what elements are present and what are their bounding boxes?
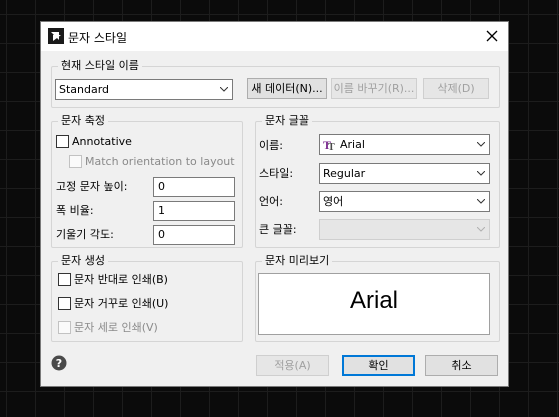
ok-button[interactable]: 확인: [342, 355, 415, 376]
bigfont-select[interactable]: [319, 219, 490, 240]
upside-down-label: 문자 거꾸로 인쇄(U): [74, 297, 169, 310]
width-factor-label: 폭 비율:: [56, 204, 94, 217]
width-factor-input[interactable]: 1: [153, 201, 235, 221]
vertical-checkbox[interactable]: [58, 321, 71, 334]
chevron-down-icon: [220, 87, 228, 92]
chevron-down-icon: [477, 142, 485, 147]
vertical-label: 문자 세로 인쇄(V): [74, 321, 158, 334]
font-style-value: Regular: [323, 167, 366, 180]
apply-button[interactable]: 적용(A): [256, 355, 329, 376]
title-bar: 문자 스타일: [41, 22, 508, 51]
match-orientation-label: Match orientation to layout: [85, 155, 235, 168]
font-style-label: 스타일:: [259, 167, 294, 180]
chevron-down-icon: [477, 171, 485, 176]
svg-text:T: T: [328, 142, 335, 151]
font-group-label: 문자 글꼴: [262, 114, 312, 128]
oblique-angle-input[interactable]: 0: [153, 225, 235, 245]
generation-group-label: 문자 생성: [58, 254, 108, 268]
close-icon[interactable]: [483, 27, 501, 45]
font-name-select[interactable]: T T Arial: [319, 134, 490, 155]
help-icon[interactable]: ?: [51, 355, 67, 371]
style-name-value: Standard: [59, 83, 110, 96]
text-style-dialog: 문자 스타일 현재 스타일 이름 Standard 새 데이터(N)... 이름…: [40, 21, 509, 387]
height-label: 고정 문자 높이:: [56, 180, 128, 193]
preview-group-label: 문자 미리보기: [262, 254, 333, 268]
language-label: 언어:: [259, 195, 283, 208]
chevron-down-icon: [477, 199, 485, 204]
size-group-label: 문자 축정: [58, 114, 108, 128]
truetype-font-icon: T T: [323, 139, 335, 151]
backwards-checkbox[interactable]: [58, 273, 71, 286]
dialog-title: 문자 스타일: [68, 31, 128, 45]
app-logo-icon: [48, 28, 64, 44]
annotative-label: Annotative: [72, 135, 132, 148]
height-input[interactable]: 0: [153, 177, 235, 197]
language-value: 영어: [323, 195, 344, 208]
new-style-button[interactable]: 새 데이터(N)...: [247, 78, 327, 99]
backwards-label: 문자 반대로 인쇄(B): [74, 273, 168, 286]
font-name-value: Arial: [340, 138, 365, 151]
match-orientation-checkbox[interactable]: [69, 155, 82, 168]
font-style-select[interactable]: Regular: [319, 163, 490, 184]
style-name-select[interactable]: Standard: [55, 79, 233, 100]
style-name-group-label: 현재 스타일 이름: [58, 59, 142, 73]
upside-down-checkbox[interactable]: [58, 297, 71, 310]
oblique-angle-label: 기울기 각도:: [56, 228, 114, 241]
rename-style-button[interactable]: 이름 바꾸기(R)...: [331, 78, 417, 99]
delete-style-button[interactable]: 삭제(D): [423, 78, 489, 99]
preview-canvas: Arial: [258, 273, 490, 335]
preview-text: Arial: [349, 287, 398, 314]
svg-text:?: ?: [56, 357, 62, 370]
annotative-checkbox[interactable]: [56, 135, 69, 148]
chevron-down-icon: [477, 227, 485, 232]
language-select[interactable]: 영어: [319, 191, 490, 212]
bigfont-label: 큰 글꼴:: [259, 223, 297, 236]
cancel-button[interactable]: 취소: [425, 355, 498, 376]
font-name-label: 이름:: [259, 139, 283, 152]
